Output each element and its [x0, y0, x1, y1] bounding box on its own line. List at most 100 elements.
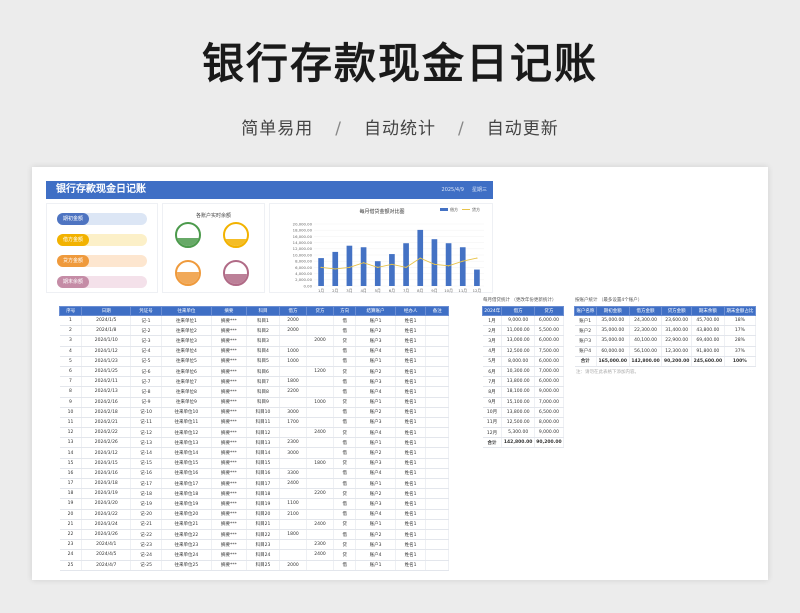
- table-cell[interactable]: 2: [59, 325, 83, 337]
- table-cell[interactable]: [425, 366, 449, 378]
- table-cell[interactable]: 姓名1: [395, 417, 427, 429]
- table-cell[interactable]: 往来单位8: [161, 386, 212, 398]
- table-cell[interactable]: 记-25: [130, 560, 162, 571]
- table-cell[interactable]: 账户4: [355, 549, 396, 561]
- table-cell[interactable]: [279, 397, 308, 408]
- table-cell[interactable]: 24: [59, 549, 83, 561]
- table-cell[interactable]: 12,500.00: [501, 346, 535, 357]
- table-cell[interactable]: 往来单位17: [161, 478, 212, 490]
- table-cell[interactable]: [425, 437, 449, 449]
- table-cell[interactable]: 记-23: [130, 539, 162, 551]
- table-cell[interactable]: 90,200.00: [534, 437, 565, 449]
- table-cell[interactable]: 2024/2/13: [81, 386, 132, 398]
- table-cell[interactable]: 摘要***: [211, 488, 247, 500]
- table-cell[interactable]: 贷: [333, 335, 357, 347]
- table-cell[interactable]: [425, 386, 449, 398]
- table-cell[interactable]: 40,100.00: [629, 335, 663, 347]
- table-cell[interactable]: 2024/1/8: [81, 325, 132, 337]
- table-cell[interactable]: 1月: [482, 315, 503, 327]
- table-cell[interactable]: 10,300.00: [501, 366, 535, 378]
- table-cell[interactable]: [279, 488, 308, 500]
- table-cell[interactable]: 往来单位5: [161, 356, 212, 367]
- table-cell[interactable]: 10月: [482, 407, 503, 418]
- table-cell[interactable]: 1800: [279, 529, 308, 541]
- table-cell[interactable]: 2024/2/16: [81, 397, 132, 408]
- table-cell[interactable]: 摘要***: [211, 335, 247, 347]
- table-cell[interactable]: 13,800.00: [501, 407, 535, 418]
- table-cell[interactable]: 8,000.00: [534, 417, 565, 429]
- table-cell[interactable]: 科目22: [246, 529, 281, 541]
- table-cell[interactable]: 往来单位16: [161, 468, 212, 480]
- table-cell[interactable]: 11,000.00: [501, 325, 535, 337]
- table-cell[interactable]: 科目1: [246, 315, 281, 327]
- table-cell[interactable]: 科目5: [246, 356, 281, 367]
- table-cell[interactable]: [306, 560, 335, 571]
- table-cell[interactable]: [306, 356, 335, 367]
- table-cell[interactable]: 2400: [306, 427, 335, 439]
- table-cell[interactable]: 姓名1: [395, 407, 427, 418]
- table-cell[interactable]: 借: [333, 529, 357, 541]
- table-cell[interactable]: 科目18: [246, 488, 281, 500]
- table-cell[interactable]: 12月: [482, 427, 503, 439]
- table-cell[interactable]: 15,100.00: [501, 397, 535, 408]
- table-cell[interactable]: 科目17: [246, 478, 281, 490]
- table-cell[interactable]: 合计: [574, 356, 597, 367]
- table-cell[interactable]: [306, 386, 335, 398]
- table-cell[interactable]: 记-24: [130, 549, 162, 561]
- table-cell[interactable]: 17%: [724, 325, 757, 337]
- table-cell[interactable]: 账户2: [355, 529, 396, 541]
- table-cell[interactable]: 13,800.00: [501, 376, 535, 388]
- table-cell[interactable]: 7,000.00: [534, 397, 565, 408]
- table-cell[interactable]: 科目14: [246, 447, 281, 459]
- table-cell[interactable]: 18,100.00: [501, 386, 535, 398]
- table-cell[interactable]: 姓名1: [395, 397, 427, 408]
- table-cell[interactable]: 摘要***: [211, 386, 247, 398]
- table-cell[interactable]: 8月: [482, 386, 503, 398]
- table-cell[interactable]: 摘要***: [211, 427, 247, 439]
- table-cell[interactable]: 合计: [482, 437, 503, 449]
- table-cell[interactable]: 往来单位20: [161, 509, 212, 520]
- table-cell[interactable]: 记-11: [130, 417, 162, 429]
- table-cell[interactable]: 3000: [279, 407, 308, 418]
- table-cell[interactable]: 23: [59, 539, 83, 551]
- table-cell[interactable]: 19: [59, 498, 83, 510]
- table-cell[interactable]: [425, 376, 449, 388]
- table-cell[interactable]: 借: [333, 498, 357, 510]
- table-cell[interactable]: 5,500.00: [534, 325, 565, 337]
- table-cell[interactable]: 165,000.00: [596, 356, 630, 367]
- table-cell[interactable]: 2000: [306, 335, 335, 347]
- table-cell[interactable]: [306, 509, 335, 520]
- table-cell[interactable]: 贷: [333, 519, 357, 530]
- table-cell[interactable]: 3300: [279, 468, 308, 480]
- table-cell[interactable]: 账户1: [355, 397, 396, 408]
- table-cell[interactable]: 摘要***: [211, 560, 247, 571]
- table-cell[interactable]: 7,000.00: [534, 366, 565, 378]
- table-cell[interactable]: 3000: [279, 447, 308, 459]
- table-cell[interactable]: 账户4: [574, 346, 597, 357]
- table-cell[interactable]: [306, 315, 335, 327]
- table-cell[interactable]: 7: [59, 376, 83, 388]
- table-cell[interactable]: 往来单位19: [161, 498, 212, 510]
- table-cell[interactable]: 2024/2/18: [81, 407, 132, 418]
- table-cell[interactable]: 记-18: [130, 488, 162, 500]
- table-cell[interactable]: 6,000.00: [534, 315, 565, 327]
- table-cell[interactable]: 姓名1: [395, 437, 427, 449]
- table-cell[interactable]: [279, 549, 308, 561]
- table-cell[interactable]: 姓名1: [395, 427, 427, 439]
- table-cell[interactable]: 借: [333, 509, 357, 520]
- table-cell[interactable]: 记-12: [130, 427, 162, 439]
- table-cell[interactable]: 贷: [333, 539, 357, 551]
- table-cell[interactable]: 摘要***: [211, 366, 247, 378]
- table-cell[interactable]: 账户3: [355, 417, 396, 429]
- table-cell[interactable]: 35,000.00: [596, 315, 630, 327]
- table-cell[interactable]: 账户4: [355, 509, 396, 520]
- table-cell[interactable]: 2200: [306, 488, 335, 500]
- table-cell[interactable]: 往来单位12: [161, 427, 212, 439]
- table-cell[interactable]: 借: [333, 356, 357, 367]
- table-cell[interactable]: 科目10: [246, 407, 281, 418]
- table-cell[interactable]: 往来单位24: [161, 549, 212, 561]
- table-cell[interactable]: 账户3: [574, 335, 597, 347]
- table-cell[interactable]: 2024/1/25: [81, 366, 132, 378]
- table-cell[interactable]: 6,000.00: [534, 376, 565, 388]
- table-cell[interactable]: 姓名1: [395, 376, 427, 388]
